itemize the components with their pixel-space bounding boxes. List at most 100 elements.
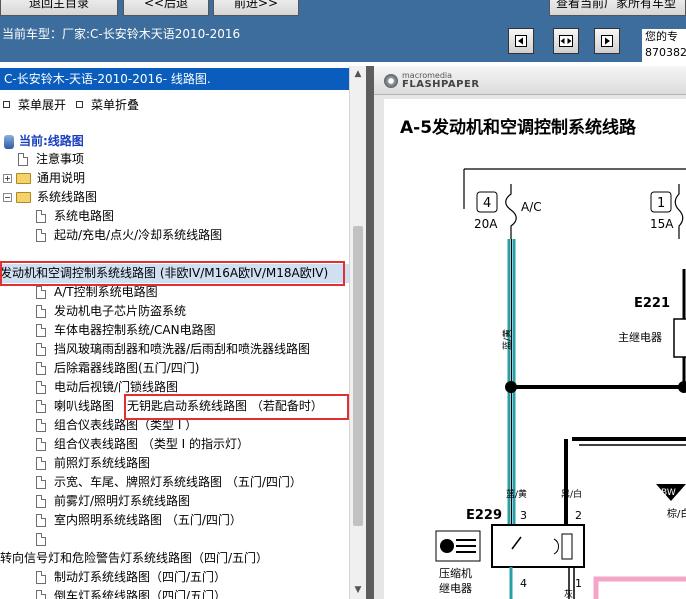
tree-item-label: 通用说明 <box>37 171 86 185</box>
scroll-down-arrow[interactable]: ▼ <box>350 582 366 599</box>
tree-item-label: 室内照明系统线路图 （五门/四门） <box>54 513 242 527</box>
tree-item-label: 系统线路图 <box>37 190 98 204</box>
expand-plus-icon[interactable]: + <box>3 174 12 183</box>
tree-item-system-circuit[interactable]: 系统电路图 <box>36 207 114 226</box>
right-cut-label: 棕/白 <box>667 507 686 520</box>
document-icon <box>36 533 46 546</box>
tree-item-horn[interactable]: 喇叭线路图 <box>36 397 114 416</box>
tree-item-cluster-indicator[interactable]: 组合仪表线路图 （类型 I 的指示灯） <box>36 435 249 454</box>
pin-3: 3 <box>520 509 527 522</box>
tree-item-defroster[interactable]: 后除霜器线路图(五门/四门) <box>36 359 199 378</box>
connector-e221: E221 <box>634 296 670 311</box>
current-car-type: 当前车型：厂家:C-长安铃木天语2010-2016 <box>2 27 241 41</box>
expand-square-icon <box>3 101 10 108</box>
tree-folder-system-diagrams[interactable]: − 系统线路图 <box>3 188 97 207</box>
collapse-menu-button[interactable]: 菜单折叠 <box>76 96 139 113</box>
tree-item-reverse-lights[interactable]: 倒车灯系统线路图（四门/五门） <box>36 587 226 599</box>
highlight-box-selected <box>0 261 345 286</box>
wiring-diagram: 4 20A A/C 1 15A 蓝/黄 E221 主继电器 蓝/黄 黑/白 BW… <box>435 168 686 599</box>
pin-1: 1 <box>575 577 582 590</box>
document-icon <box>36 571 46 584</box>
highlight-box-keyless <box>124 394 349 420</box>
back-button[interactable]: <<后退 <box>123 0 209 16</box>
main-relay-label: 主继电器 <box>618 331 662 344</box>
database-icon <box>4 134 14 149</box>
collapse-minus-icon[interactable]: − <box>3 193 12 202</box>
tree-title: C-长安铃木-天语-2010-2016- 线路图. <box>0 68 349 90</box>
folder-icon <box>16 173 31 184</box>
tree-folder-general[interactable]: + 通用说明 <box>3 169 85 188</box>
bottom-wire-label: 灰 <box>564 588 573 599</box>
tree-item-interior-lights[interactable]: 室内照明系统线路图 （五门/四门） <box>36 511 242 530</box>
tree-item-label: 挡风玻璃雨刮器和喷洗器/后雨刮和喷洗器线路图 <box>54 342 311 356</box>
fuse-1-symbol <box>674 184 684 239</box>
tree-item-label: 车体电器控制系统/CAN电路图 <box>54 323 216 337</box>
tree-item-notes[interactable]: 注意事项 <box>18 150 84 169</box>
forward-button[interactable]: 前进>> <box>213 0 299 16</box>
tree-root-current[interactable]: 当前:线路图 <box>4 132 84 151</box>
wire-color-label-2: 蓝/黄 <box>506 488 527 500</box>
fuse-4-amp: 20A <box>474 217 498 231</box>
wire-color-label-3: 黑/白 <box>561 488 582 500</box>
tree-item-label: 前雾灯/照明灯系统线路图 <box>54 494 191 508</box>
back-home-button[interactable]: 退回主目录 <box>0 0 118 16</box>
document-icon <box>36 476 46 489</box>
folder-open-icon <box>16 192 31 203</box>
tree-item-label: 倒车灯系统线路图（四门/五门） <box>54 589 227 599</box>
document-icon <box>36 400 46 413</box>
document-page: A-5发动机和空调控制系统线路 4 20A A/C 1 15A 蓝/黄 E221… <box>384 99 686 599</box>
show-right-panel-button[interactable] <box>594 28 620 54</box>
tree-item-blank[interactable] <box>36 530 54 549</box>
pink-outline <box>593 576 686 599</box>
tree-item-position-lights[interactable]: 示宽、车尾、牌照灯系统线路图 （五门/四门） <box>36 473 302 492</box>
document-icon <box>36 495 46 508</box>
panel-right-icon <box>601 35 613 47</box>
scroll-up-arrow[interactable]: ▲ <box>350 66 366 83</box>
panel-left-icon <box>515 35 527 47</box>
document-icon <box>36 438 46 451</box>
view-all-models-button[interactable]: 查看当前厂家所有车型 <box>549 0 686 16</box>
tree-panel: C-长安铃木-天语-2010-2016- 线路图. 菜单展开 菜单折叠 当前:线… <box>0 66 349 599</box>
tree-item-start-charge[interactable]: 起动/充电/点火/冷却系统线路图 <box>36 226 222 245</box>
show-left-panel-button[interactable] <box>508 28 534 54</box>
tree-item-label: 当前:线路图 <box>19 134 84 148</box>
logo-main-text: FLASHPAPER <box>402 79 480 90</box>
user-info-line1: 您的专 <box>645 30 678 43</box>
top-toolbar: 退回主目录 <<后退 前进>> 查看当前厂家所有车型 当前车型：厂家:C-长安铃… <box>0 0 686 67</box>
tree-item-label: 组合仪表线路图 （类型 I 的指示灯） <box>54 437 249 451</box>
viewer-toolbar: macromedia FLASHPAPER <box>374 66 686 95</box>
document-icon <box>36 229 46 242</box>
tree-item-headlight[interactable]: 前照灯系统线路图 <box>36 454 150 473</box>
expand-menu-button[interactable]: 菜单展开 <box>3 96 66 113</box>
document-icon <box>36 457 46 470</box>
compressor-relay-label-1: 压缩机 <box>439 566 472 580</box>
junction-dot-left <box>505 381 517 393</box>
document-icon <box>36 324 46 337</box>
tree-item-body-can[interactable]: 车体电器控制系统/CAN电路图 <box>36 321 216 340</box>
flashpaper-viewer: macromedia FLASHPAPER A-5发动机和空调控制系统线路 4 … <box>374 66 686 599</box>
panel-split-icon <box>559 35 573 47</box>
document-icon <box>36 419 46 432</box>
compressor-relay-box <box>491 524 585 568</box>
tree-scrollbar[interactable]: ▲ ▼ <box>349 66 366 599</box>
tree-item-label: 发动机电子芯片防盗系统 <box>54 304 187 318</box>
panel-splitter[interactable] <box>366 66 374 599</box>
document-icon <box>18 153 28 166</box>
main-relay-box <box>673 318 686 358</box>
document-icon <box>36 514 46 527</box>
scroll-thumb[interactable] <box>353 226 363 526</box>
tree-item-fog-lights[interactable]: 前雾灯/照明灯系统线路图 <box>36 492 190 511</box>
tree-item-label: 制动灯系统线路图（四门/五门） <box>54 570 227 584</box>
tree-item-label: 起动/充电/点火/冷却系统线路图 <box>54 228 223 242</box>
tree-item-immobilizer[interactable]: 发动机电子芯片防盗系统 <box>36 302 186 321</box>
document-icon <box>36 210 46 223</box>
document-icon <box>36 286 46 299</box>
tree-item-turn-signal[interactable]: 转向信号灯和危险警告灯系统线路图（四门/五门） <box>0 549 268 568</box>
document-icon <box>36 343 46 356</box>
tree-item-brake-lights[interactable]: 制动灯系统线路图（四门/五门） <box>36 568 226 587</box>
document-icon <box>36 305 46 318</box>
document-icon <box>36 590 46 599</box>
tree-item-wiper[interactable]: 挡风玻璃雨刮器和喷洗器/后雨刮和喷洗器线路图 <box>36 340 310 359</box>
tree-item-label: 前照灯系统线路图 <box>54 456 151 470</box>
show-both-panels-button[interactable] <box>553 28 579 54</box>
